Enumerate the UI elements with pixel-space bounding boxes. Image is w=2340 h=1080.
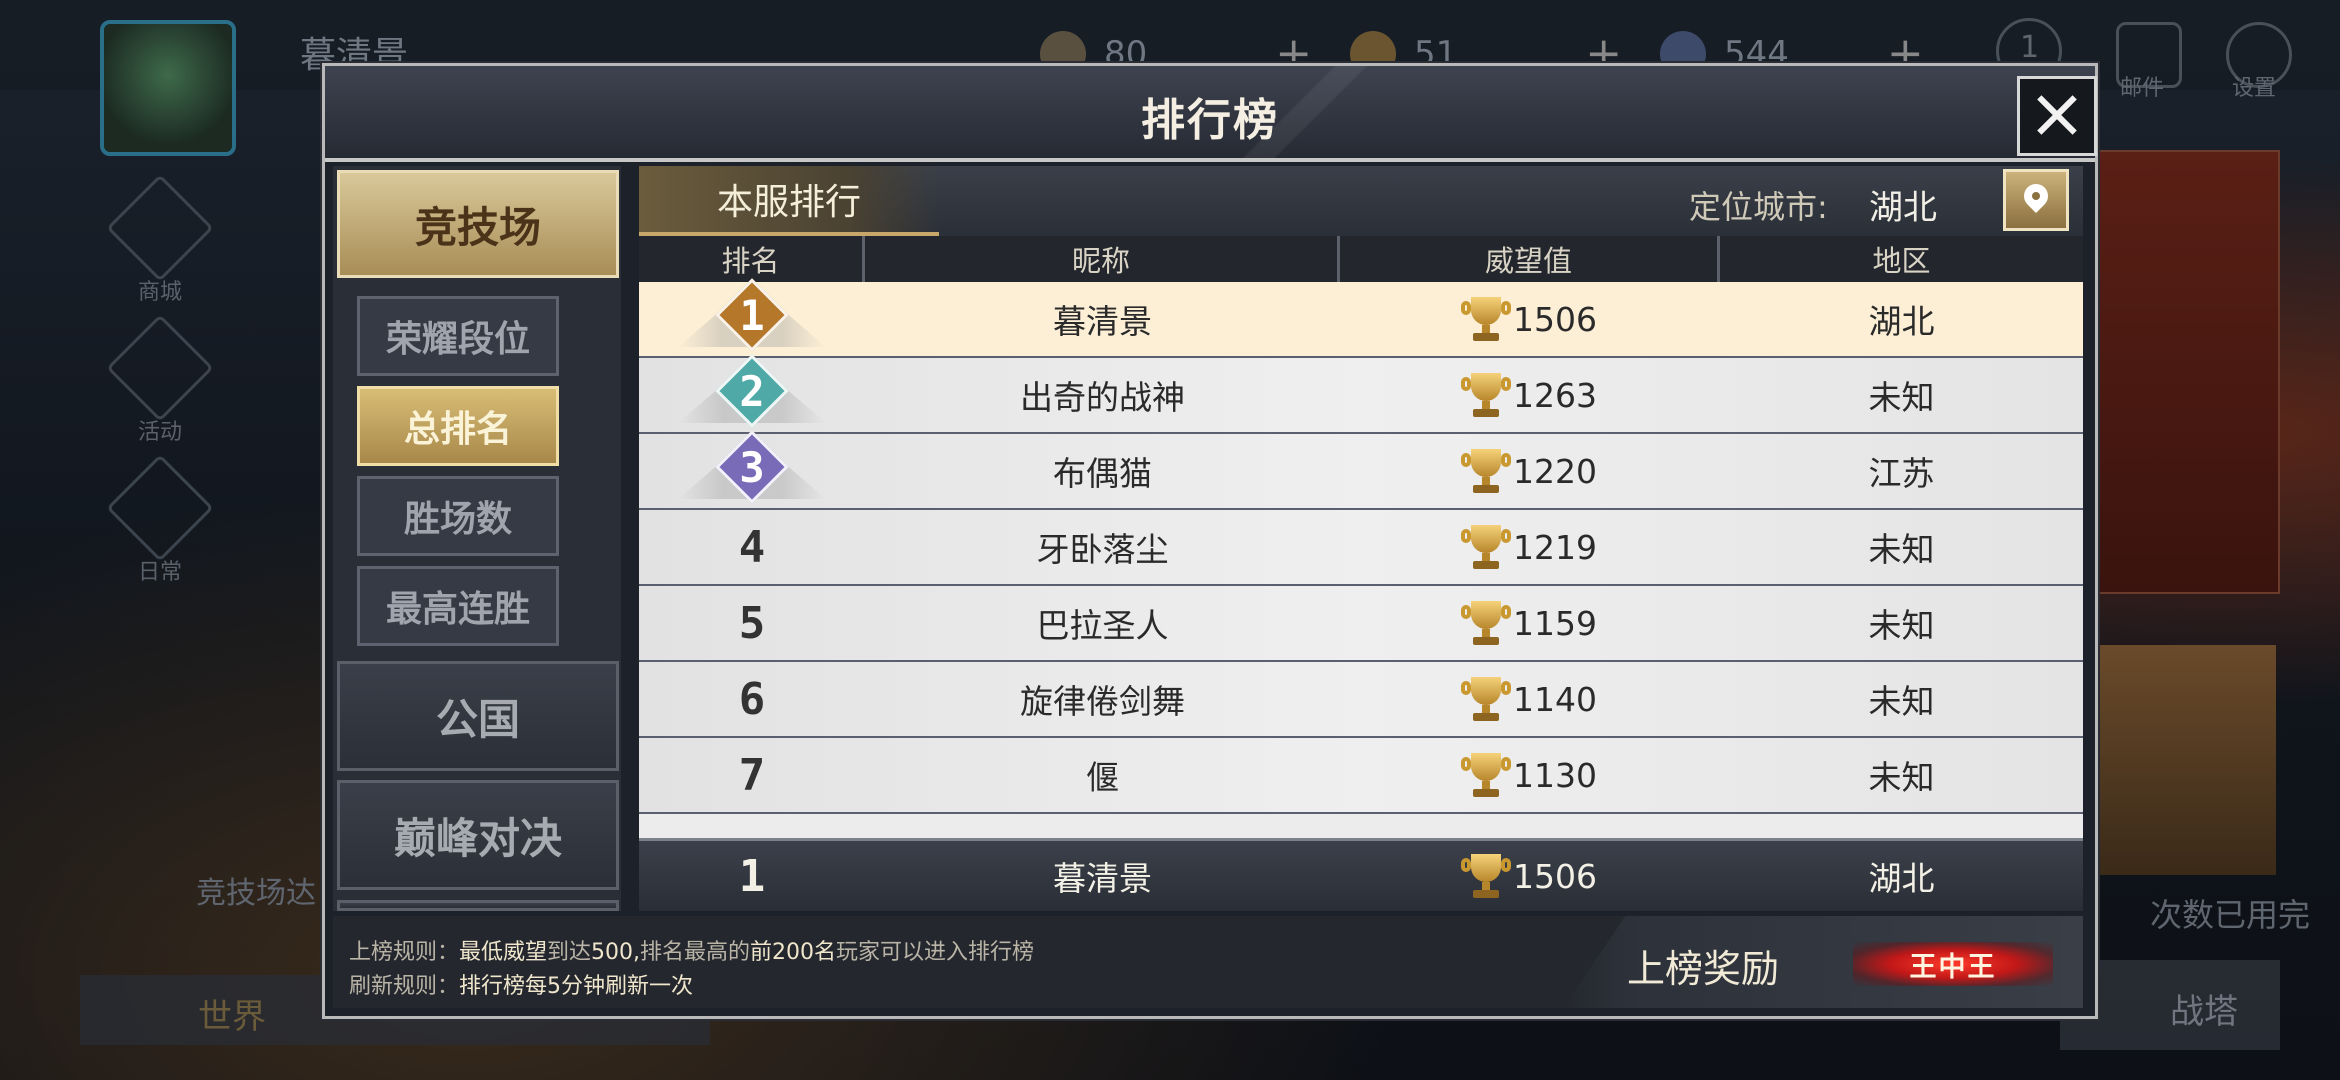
tab-arena[interactable]: 竞技场 xyxy=(337,170,619,278)
category-sidebar: 竞技场 荣耀段位 总排名 胜场数 最高连胜 公国 巅峰对决 xyxy=(333,166,621,911)
chat-channel: 世界 xyxy=(198,997,266,1037)
row-name: 牙卧落尘 xyxy=(1036,530,1169,569)
table-row[interactable]: 7 偃 1130 未知 xyxy=(639,738,2083,814)
row-region: 湖北 xyxy=(1868,302,1935,341)
row-region: 未知 xyxy=(1868,378,1935,417)
row-rank: 6 xyxy=(738,673,766,725)
arena-hint-text: 竞技场达 xyxy=(196,876,316,911)
row-region: 未知 xyxy=(1868,606,1935,645)
subtab-glory-rank[interactable]: 荣耀段位 xyxy=(357,296,559,376)
mail-label: 邮件 xyxy=(2120,76,2165,101)
table-row[interactable]: 2 出奇的战神 1263 未知 xyxy=(639,354,2083,434)
trophy-icon xyxy=(1461,599,1511,647)
col-region: 地区 xyxy=(1720,236,2083,282)
ranking-panel: 本服排行 定位城市: 湖北 排名 昵称 威望值 地区 1 暮清景 1506 湖北… xyxy=(639,166,2083,911)
panel-header: 本服排行 定位城市: 湖北 xyxy=(639,166,2083,236)
city-label: 定位城市: xyxy=(1689,188,1828,226)
tab-principality[interactable]: 公国 xyxy=(337,661,619,771)
col-score: 威望值 xyxy=(1340,236,1720,282)
battle-banner xyxy=(2090,645,2276,875)
trophy-icon xyxy=(1461,852,1511,900)
row-score: 1220 xyxy=(1513,451,1597,491)
row-name: 巴拉圣人 xyxy=(1036,606,1169,645)
player-avatar xyxy=(100,20,236,156)
daily-icon xyxy=(106,454,214,562)
col-rank: 排名 xyxy=(639,236,865,282)
modal-header: 排行榜 xyxy=(325,66,2095,162)
refresh-rule: 刷新规则：排行榜每5分钟刷新一次 xyxy=(349,974,694,999)
nav-shop: 商城 xyxy=(100,174,220,306)
subtab-overall-rank[interactable]: 总排名 xyxy=(357,386,559,466)
row-name: 布偶猫 xyxy=(1053,454,1152,493)
row-rank: 4 xyxy=(738,521,766,573)
row-score: 1159 xyxy=(1513,603,1597,643)
table-row[interactable]: 5 巴拉圣人 1159 未知 xyxy=(639,586,2083,662)
tower-label: 战塔 xyxy=(2170,992,2238,1032)
notification-count: 1 xyxy=(2020,30,2040,65)
row-name: 旋律倦剑舞 xyxy=(1020,682,1185,721)
row-score: 1140 xyxy=(1513,679,1597,719)
settings-label: 设置 xyxy=(2232,76,2277,101)
row-score: 1130 xyxy=(1513,755,1597,795)
shop-icon xyxy=(106,174,214,282)
purple-medal-icon: 3 xyxy=(678,430,826,507)
rank-rule: 上榜规则：最低威望到达500,排名最高的前200名玩家可以进入排行榜 xyxy=(349,940,1035,965)
self-rank-row: 1 暮清景 1506 湖北 xyxy=(639,838,2083,911)
trophy-icon xyxy=(1461,447,1511,495)
leaderboard-modal: 排行榜 竞技场 荣耀段位 总排名 胜场数 最高连胜 公国 巅峰对决 本服排行 定… xyxy=(322,63,2098,1019)
tab-server-ranking[interactable]: 本服排行 xyxy=(639,166,939,236)
row-score: 1219 xyxy=(1513,527,1597,567)
locate-button[interactable] xyxy=(2003,169,2069,231)
self-name: 暮清景 xyxy=(1053,859,1152,898)
gold-medal-icon: 1 xyxy=(678,278,826,355)
row-region: 江苏 xyxy=(1868,454,1935,493)
row-name: 暮清景 xyxy=(1053,302,1152,341)
table-row[interactable]: 3 布偶猫 1220 江苏 xyxy=(639,430,2083,510)
activity-icon xyxy=(106,314,214,422)
king-of-kings-badge[interactable]: 王中王 xyxy=(1853,942,2053,986)
modal-title: 排行榜 xyxy=(1141,95,1279,146)
tab-peak-duel[interactable]: 巅峰对决 xyxy=(337,780,619,890)
table-row[interactable]: 6 旋律倦剑舞 1140 未知 xyxy=(639,662,2083,738)
tab-more[interactable] xyxy=(337,900,619,911)
self-score: 1506 xyxy=(1513,856,1597,896)
row-score: 1506 xyxy=(1513,299,1597,339)
trophy-icon xyxy=(1461,295,1511,343)
trophy-icon xyxy=(1461,523,1511,571)
subtab-win-streak[interactable]: 最高连胜 xyxy=(357,566,559,646)
row-name: 偃 xyxy=(1086,758,1119,797)
location-pin-icon xyxy=(2019,179,2053,213)
row-region: 未知 xyxy=(1868,758,1935,797)
rules-footer: 上榜规则：最低威望到达500,排名最高的前200名玩家可以进入排行榜 刷新规则：… xyxy=(333,916,2083,1008)
teal-medal-icon: 2 xyxy=(678,354,826,431)
col-name: 昵称 xyxy=(865,236,1340,282)
row-name: 出奇的战神 xyxy=(1020,378,1185,417)
row-region: 未知 xyxy=(1868,530,1935,569)
nav-activity: 活动 xyxy=(100,314,220,446)
table-row[interactable]: 1 暮清景 1506 湖北 xyxy=(639,278,2083,358)
trophy-icon xyxy=(1461,675,1511,723)
subtab-wins[interactable]: 胜场数 xyxy=(357,476,559,556)
reward-label[interactable]: 上榜奖励 xyxy=(1627,938,1779,993)
nav-daily: 日常 xyxy=(100,454,220,586)
row-rank: 7 xyxy=(738,749,766,801)
city-value: 湖北 xyxy=(1869,188,1937,228)
season-banner xyxy=(2090,150,2280,594)
trophy-icon xyxy=(1461,751,1511,799)
times-used-text: 次数已用完 xyxy=(2150,896,2311,934)
row-region: 未知 xyxy=(1868,682,1935,721)
trophy-icon xyxy=(1461,371,1511,419)
self-region: 湖北 xyxy=(1868,859,1935,898)
self-rank: 1 xyxy=(738,850,766,902)
table-row[interactable]: 4 牙卧落尘 1219 未知 xyxy=(639,510,2083,586)
close-button[interactable] xyxy=(2017,76,2097,156)
row-rank: 5 xyxy=(738,597,766,649)
row-score: 1263 xyxy=(1513,375,1597,415)
